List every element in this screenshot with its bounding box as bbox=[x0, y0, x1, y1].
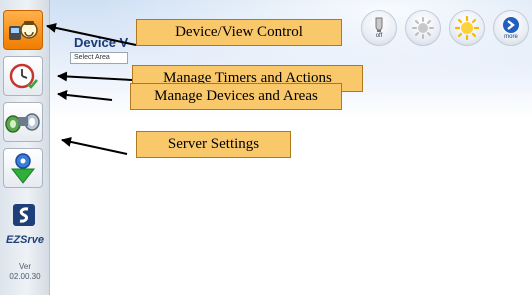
arrow-device-view bbox=[46, 22, 137, 46]
callout-server-settings: Server Settings bbox=[136, 131, 291, 158]
arrow-server bbox=[61, 137, 128, 155]
callout-device-view-control: Device/View Control bbox=[136, 19, 342, 46]
arrow-devices bbox=[57, 90, 113, 101]
arrow-timers bbox=[57, 71, 133, 82]
callout-manage-devices-areas: Manage Devices and Areas bbox=[130, 83, 342, 110]
